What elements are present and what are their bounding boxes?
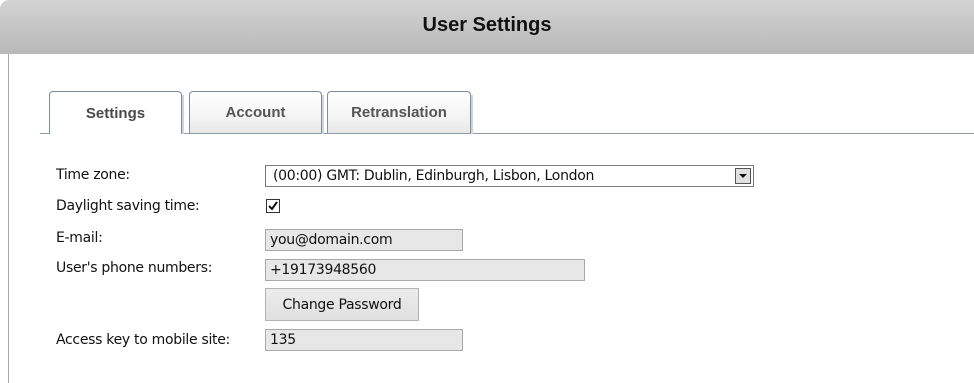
time-zone-label: Time zone: [56,167,130,183]
phone-field[interactable]: +19173948560 [265,259,585,281]
tab-account[interactable]: Account [189,91,324,134]
checkmark-icon [268,201,278,211]
chevron-down-icon[interactable] [735,168,751,184]
page-title: User Settings [422,14,552,36]
time-zone-value: (00:00) GMT: Dublin, Edinburgh, Lisbon, … [273,168,595,184]
email-field[interactable]: you@domain.com [265,229,463,251]
daylight-saving-checkbox[interactable] [266,199,280,213]
daylight-saving-label: Daylight saving time: [56,198,200,214]
change-password-button[interactable]: Change Password [265,288,419,321]
access-key-label: Access key to mobile site: [56,332,230,348]
left-border [8,54,9,383]
user-settings-page: User Settings Settings Account Retransla… [0,0,974,383]
time-zone-select[interactable]: (00:00) GMT: Dublin, Edinburgh, Lisbon, … [265,165,754,187]
email-label: E-mail: [56,230,103,246]
tab-retranslation[interactable]: Retranslation [327,91,473,134]
phone-label: User's phone numbers: [56,260,213,276]
title-bar: User Settings [0,0,974,54]
access-key-field[interactable]: 135 [265,329,463,351]
tab-settings[interactable]: Settings [49,91,184,134]
